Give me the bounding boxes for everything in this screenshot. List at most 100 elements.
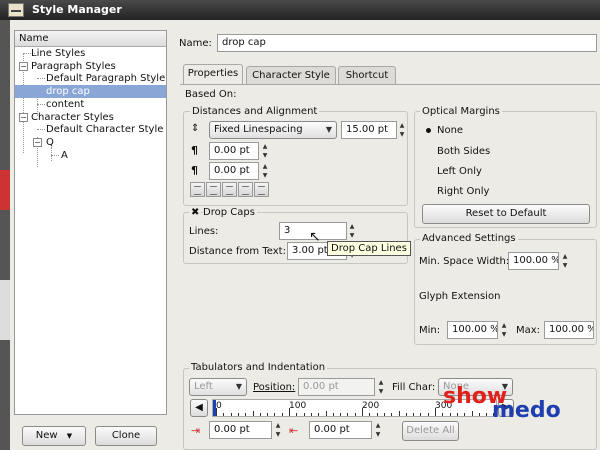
tree-item-q[interactable]: Q bbox=[46, 136, 54, 149]
reset-to-default-button[interactable]: Reset to Default bbox=[422, 204, 590, 224]
collapse-icon[interactable]: − bbox=[19, 113, 28, 122]
dropdown-arrow-icon: ▼ bbox=[66, 432, 73, 440]
ruler-tick bbox=[267, 413, 269, 416]
lines-spinner[interactable]: ▲ ▼ bbox=[347, 222, 357, 240]
new-button[interactable]: New ▼ bbox=[22, 426, 86, 446]
tree-item-drop-cap[interactable]: drop cap bbox=[15, 85, 166, 98]
tree-header-name[interactable]: Name bbox=[15, 31, 166, 47]
ruler-tick bbox=[464, 413, 466, 416]
ruler-tick bbox=[303, 413, 305, 416]
based-on-label: Based On: bbox=[185, 89, 237, 100]
space-below-input[interactable]: 0.00 pt bbox=[209, 162, 259, 180]
ruler-tick bbox=[347, 413, 349, 416]
radio-right-only[interactable] bbox=[424, 187, 433, 196]
ruler-tick bbox=[237, 413, 239, 416]
tab-character-style[interactable]: Character Style bbox=[246, 66, 336, 84]
tree-item-content[interactable]: content bbox=[46, 98, 84, 111]
tree-item-a[interactable]: A bbox=[61, 149, 68, 162]
ruler-tick bbox=[310, 413, 312, 416]
indent-right-input[interactable]: 0.00 pt bbox=[309, 421, 372, 439]
ruler-tick bbox=[420, 413, 422, 416]
radio-none-label: None bbox=[437, 125, 464, 136]
space-above-input[interactable]: 0.00 pt bbox=[209, 142, 259, 160]
ruler-tick bbox=[456, 413, 458, 416]
ruler-tick bbox=[281, 413, 283, 416]
min-space-width-input[interactable]: 100.00 % bbox=[508, 252, 559, 270]
linespacing-mode-select[interactable]: Fixed Linespacing ▼ bbox=[209, 121, 337, 139]
glyph-extension-label: Glyph Extension bbox=[419, 291, 501, 302]
tab-panel-border bbox=[180, 84, 600, 85]
ruler-tick bbox=[449, 413, 451, 416]
tree-item-default-paragraph-style[interactable]: Default Paragraph Style bbox=[46, 72, 165, 85]
linespacing-icon: ⇕ bbox=[191, 123, 200, 134]
mouse-cursor-icon: ↖ bbox=[309, 229, 321, 245]
ruler-tick bbox=[354, 413, 356, 416]
align-forced-icon[interactable] bbox=[254, 182, 269, 197]
tab-position-label: Position: bbox=[253, 382, 296, 393]
indent-left-input[interactable]: 0.00 pt bbox=[209, 421, 272, 439]
ruler-tick bbox=[427, 413, 429, 416]
glyph-max-input[interactable]: 100.00 % bbox=[544, 321, 594, 339]
title-bar: Style Manager bbox=[0, 0, 600, 20]
ruler-tick bbox=[216, 408, 217, 416]
dropdown-arrow-icon: ▼ bbox=[325, 125, 332, 134]
min-space-spinner[interactable]: ▲ ▼ bbox=[560, 252, 570, 270]
align-justify-icon[interactable] bbox=[238, 182, 253, 197]
radio-both-sides[interactable] bbox=[424, 147, 433, 156]
collapse-icon[interactable]: − bbox=[33, 138, 42, 147]
ruler-tick bbox=[413, 413, 415, 416]
space-below-spinner[interactable]: ▲ ▼ bbox=[260, 162, 270, 180]
radio-left-only[interactable] bbox=[424, 167, 433, 176]
tab-properties[interactable]: Properties bbox=[183, 64, 243, 84]
tree-item-line-styles[interactable]: Line Styles bbox=[31, 47, 85, 60]
dropdown-arrow-icon: ▼ bbox=[235, 382, 242, 391]
glyph-min-spinner[interactable]: ▲ ▼ bbox=[499, 321, 509, 339]
ruler-tick bbox=[478, 413, 480, 416]
clone-button[interactable]: Clone bbox=[95, 426, 157, 446]
tabulators-title: Tabulators and Indentation bbox=[189, 362, 328, 373]
space-above-spinner[interactable]: ▲ ▼ bbox=[260, 142, 270, 160]
space-above-icon: ¶ bbox=[191, 144, 198, 157]
tab-align-value: Left bbox=[194, 381, 213, 392]
tab-position-spinner[interactable]: ▲ ▼ bbox=[376, 378, 386, 396]
radio-none[interactable] bbox=[424, 126, 433, 135]
ruler-scroll-left-icon[interactable]: ◀ bbox=[190, 399, 208, 417]
ruler-tick bbox=[340, 413, 342, 416]
name-input[interactable]: drop cap bbox=[217, 34, 597, 52]
linespacing-value-input[interactable]: 15.00 pt bbox=[341, 121, 397, 139]
tree-item-default-character-style[interactable]: Default Character Style bbox=[46, 123, 163, 136]
ruler-tick bbox=[245, 413, 247, 416]
space-below-icon: ¶ bbox=[191, 164, 198, 177]
tab-align-select[interactable]: Left ▼ bbox=[189, 378, 247, 396]
linespacing-spinner[interactable]: ▲ ▼ bbox=[397, 121, 407, 139]
style-tree[interactable]: Name Line Styles − Paragraph Styles Defa… bbox=[14, 30, 167, 415]
drop-caps-checkbox[interactable]: ✖ bbox=[189, 207, 202, 218]
left-indent-icon: ⇤ bbox=[289, 424, 299, 437]
glyph-min-input[interactable]: 100.00 % bbox=[447, 321, 498, 339]
ruler-tick bbox=[442, 413, 444, 416]
ruler-label-200: 200 bbox=[362, 401, 380, 411]
optical-margins-title: Optical Margins bbox=[420, 106, 502, 117]
tab-shortcut[interactable]: Shortcut bbox=[338, 66, 396, 84]
indent-right-spinner[interactable]: ▲ ▼ bbox=[373, 421, 383, 439]
ruler-tick bbox=[486, 413, 488, 416]
ruler-tick bbox=[259, 413, 261, 416]
window-title: Style Manager bbox=[32, 3, 122, 16]
distances-title: Distances and Alignment bbox=[190, 106, 320, 117]
delete-all-button[interactable]: Delete All bbox=[402, 421, 459, 441]
ruler-tick bbox=[296, 413, 298, 416]
collapse-icon[interactable]: − bbox=[19, 62, 28, 71]
ruler-tick bbox=[274, 413, 276, 416]
tab-position-input[interactable]: 0.00 pt bbox=[298, 378, 375, 396]
align-left-icon[interactable] bbox=[190, 182, 205, 197]
ruler-tick bbox=[398, 411, 400, 416]
indent-left-spinner[interactable]: ▲ ▼ bbox=[273, 421, 283, 439]
ruler-tick bbox=[252, 411, 254, 416]
align-right-icon[interactable] bbox=[222, 182, 237, 197]
new-button-label: New bbox=[35, 430, 58, 441]
align-center-icon[interactable] bbox=[206, 182, 221, 197]
ruler-tick bbox=[383, 413, 385, 416]
min-space-width-label: Min. Space Width: bbox=[419, 256, 510, 267]
linespacing-mode-value: Fixed Linespacing bbox=[214, 124, 303, 135]
first-line-indent-icon: ⇥ bbox=[191, 424, 201, 437]
